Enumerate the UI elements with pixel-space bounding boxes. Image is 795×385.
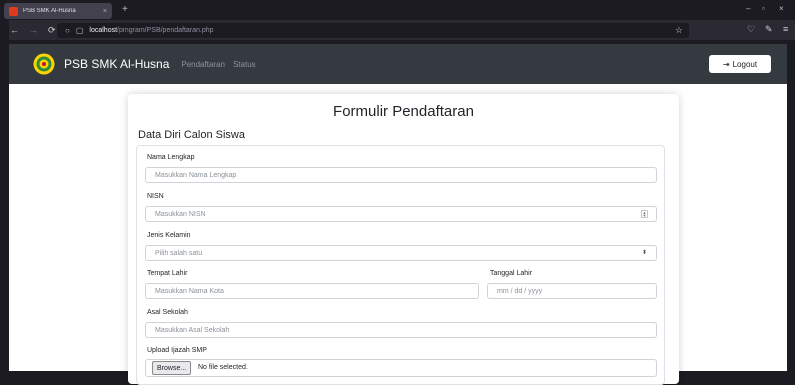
number-spinner-icon[interactable]: ▲ ▼: [641, 210, 648, 218]
nav-link-status[interactable]: Status: [233, 60, 256, 69]
jenis-kelamin-select[interactable]: Pilih salah satu ⬍: [145, 245, 657, 261]
extensions-icon[interactable]: ✎: [765, 24, 773, 35]
site-brand[interactable]: PSB SMK Al-Husna: [64, 57, 169, 71]
logout-button[interactable]: ⇥ Logout: [709, 55, 771, 73]
site-navbar: PSB SMK Al-Husna Pendaftaran Status ⇥ Lo…: [9, 44, 787, 84]
nav-link-pendaftaran[interactable]: Pendaftaran: [181, 60, 225, 69]
asal-sekolah-placeholder: Masukkan Asal Sekolah: [155, 326, 230, 334]
tempat-lahir-label: Tempat Lahir: [147, 270, 188, 277]
select-caret-icon: ⬍: [641, 250, 647, 256]
window-left-edge: [0, 20, 9, 371]
window-right-edge: [787, 40, 795, 371]
asal-sekolah-input[interactable]: Masukkan Asal Sekolah: [145, 322, 657, 338]
nama-placeholder: Masukkan Nama Lengkap: [155, 171, 237, 179]
personal-data-section: Nama Lengkap Masukkan Nama Lengkap NISN …: [136, 145, 665, 385]
tab-title: PSB SMK Al-Husna: [23, 8, 76, 14]
tab-close-icon[interactable]: ×: [103, 8, 107, 15]
forward-icon[interactable]: →: [29, 25, 38, 35]
menu-icon[interactable]: ≡: [783, 24, 788, 34]
nisn-label: NISN: [147, 193, 164, 200]
jenis-kelamin-selected: Pilih salah satu: [155, 249, 203, 257]
tempat-lahir-input[interactable]: Masukkan Nama Kota: [145, 283, 479, 299]
ijazah-file-input: Browse... No file selected.: [145, 359, 657, 377]
asal-sekolah-label: Asal Sekolah: [147, 309, 188, 316]
tanggal-lahir-placeholder: mm / dd / yyyy: [497, 287, 543, 295]
url-path: /pmgram/PSB/pendaftaran.php: [117, 27, 214, 34]
favicon-icon: [9, 6, 18, 16]
tanggal-lahir-input[interactable]: mm / dd / yyyy: [487, 283, 657, 299]
minimize-icon[interactable]: –: [746, 4, 750, 13]
bookmark-star-icon[interactable]: ☆: [675, 25, 683, 36]
tanggal-lahir-label: Tanggal Lahir: [490, 270, 533, 277]
nisn-placeholder: Masukkan NISN: [155, 210, 206, 218]
form-title: Formulir Pendaftaran: [333, 103, 474, 120]
browser-tab-strip: PSB SMK Al-Husna × + – ▫ ×: [0, 0, 795, 20]
school-logo-icon[interactable]: [33, 53, 55, 75]
section-title: Data Diri Calon Siswa: [138, 129, 245, 141]
tempat-lahir-placeholder: Masukkan Nama Kota: [155, 287, 224, 295]
jenis-kelamin-label: Jenis Kelamin: [147, 232, 191, 239]
browse-button[interactable]: Browse...: [152, 361, 192, 375]
page-icon: ▢: [75, 26, 84, 35]
pocket-icon[interactable]: ♡: [747, 24, 755, 35]
file-status: No file selected.: [198, 364, 248, 371]
back-icon[interactable]: ←: [10, 25, 19, 35]
new-tab-button[interactable]: +: [122, 4, 128, 15]
logout-label: Logout: [732, 59, 758, 69]
registration-form-card: Formulir Pendaftaran Data Diri Calon Sis…: [128, 94, 679, 385]
reload-icon[interactable]: ⟳: [48, 25, 56, 36]
close-window-icon[interactable]: ×: [779, 4, 784, 13]
shield-icon: ○: [65, 26, 70, 35]
maximize-icon[interactable]: ▫: [762, 4, 765, 13]
nama-input[interactable]: Masukkan Nama Lengkap: [145, 167, 657, 183]
browser-tab[interactable]: PSB SMK Al-Husna ×: [4, 3, 112, 19]
nama-label: Nama Lengkap: [147, 154, 195, 161]
logout-icon: ⇥: [722, 59, 730, 69]
ijazah-label: Upload Ijazah SMP: [147, 347, 207, 354]
url-bar[interactable]: ○ ▢ localhost /pmgram/PSB/pendaftaran.ph…: [57, 23, 689, 38]
url-host: localhost: [89, 27, 118, 34]
nisn-input[interactable]: Masukkan NISN ▲ ▼: [145, 206, 657, 222]
